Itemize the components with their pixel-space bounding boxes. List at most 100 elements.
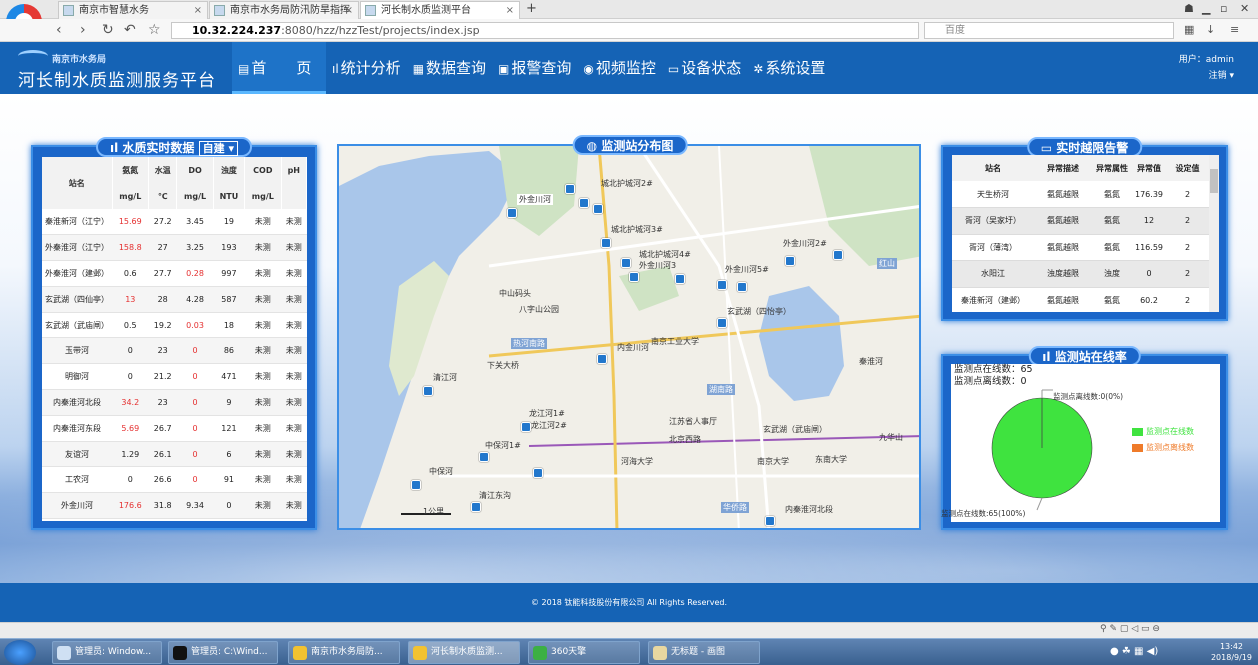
station-marker[interactable]: [507, 208, 517, 218]
taskbar-item[interactable]: 南京市水务局防...: [288, 641, 400, 664]
taskbar-item-active[interactable]: 河长制水质监测...: [408, 641, 520, 664]
menu-settings[interactable]: ✲ 系统设置: [747, 42, 831, 94]
console-icon: [173, 646, 187, 660]
logout-link[interactable]: 注销 ▾: [1179, 68, 1234, 84]
col-header: 异常描述: [1034, 155, 1092, 181]
station-marker[interactable]: [565, 184, 575, 194]
map-road-label: 华侨路: [721, 502, 749, 513]
table-row[interactable]: 玉带河 0 23 0 86 未测 未测: [42, 337, 307, 365]
browser-icon: [413, 646, 427, 660]
restore-icon[interactable]: ▫: [1220, 2, 1227, 15]
table-row[interactable]: 水阳江 浊度越限 浊度 0 2: [952, 260, 1209, 288]
url-input[interactable]: 10.32.224.237:8080/hzz/hzzTest/projects/…: [171, 22, 919, 39]
menu-statistics[interactable]: ıl 统计分析: [326, 42, 407, 94]
close-icon[interactable]: ×: [506, 2, 514, 19]
document-icon: ▣: [498, 62, 510, 76]
skin-icon[interactable]: ☗: [1184, 2, 1194, 15]
ph-value: 未测: [281, 363, 307, 391]
taskbar-clock[interactable]: 13:42 2018/9/19: [1211, 641, 1252, 663]
close-icon[interactable]: ×: [345, 2, 353, 19]
station-name: 外金川河: [42, 492, 112, 520]
table-row[interactable]: 工农河 0 26.6 0 91 未测 未测: [42, 466, 307, 494]
menu-home[interactable]: ▤ 首 页: [232, 42, 326, 94]
search-input[interactable]: 百度: [924, 22, 1174, 39]
station-marker[interactable]: [621, 258, 631, 268]
browser-tab[interactable]: 南京市水务局防汛防旱指挥 ×: [209, 1, 359, 19]
station-marker[interactable]: [765, 516, 775, 526]
col-header: 异常值: [1132, 155, 1166, 181]
station-marker[interactable]: [521, 422, 531, 432]
table-row[interactable]: 内秦淮河北段 34.2 23 0 9 未测 未测: [42, 389, 307, 416]
source-selector[interactable]: 自建 ▾: [198, 141, 238, 156]
menu-data-query[interactable]: ▦ 数据查询: [407, 42, 492, 94]
table-row[interactable]: 外秦淮河（建邺） 0.6 27.7 0.28 997 未测 未测: [42, 260, 307, 287]
user-area: 用户：admin 注销 ▾: [1179, 52, 1234, 84]
table-row[interactable]: 玄武湖（武庙闸） 0.5 19.2 0.03 18 未测 未测: [42, 312, 307, 339]
cod-value: 未测: [244, 286, 282, 313]
statusbar-icons[interactable]: ⚲ ✎ ▢ ◁ ▭ ⊖: [1100, 624, 1160, 634]
station-marker[interactable]: [597, 354, 607, 364]
table-row[interactable]: 明御河 0 21.2 0 471 未测 未测: [42, 363, 307, 391]
table-row[interactable]: 外金川河 176.6 31.8 9.34 0 未测 未测: [42, 492, 307, 520]
download-icon[interactable]: ↓: [1206, 22, 1215, 38]
station-marker[interactable]: [593, 204, 603, 214]
map-place-label: 中山码头: [499, 289, 531, 298]
close-window-icon[interactable]: ✕: [1240, 2, 1249, 15]
close-icon[interactable]: ×: [194, 2, 202, 19]
scrollbar-thumb[interactable]: [1210, 169, 1218, 193]
station-marker[interactable]: [675, 274, 685, 284]
station-marker[interactable]: [785, 256, 795, 266]
station-marker[interactable]: [423, 386, 433, 396]
tray-icons[interactable]: ● ☘ ▦ ◀): [1110, 646, 1158, 657]
map-place-label: 南京工业大学: [651, 337, 699, 346]
station-marker[interactable]: [579, 198, 589, 208]
refresh-icon[interactable]: ↻: [102, 22, 114, 38]
start-button[interactable]: [4, 640, 36, 665]
col-header: COD: [244, 157, 282, 183]
map-place-label: 南京大学: [757, 457, 789, 466]
back-icon[interactable]: ‹: [56, 22, 62, 38]
taskbar-item[interactable]: 管理员: C:\Wind...: [168, 641, 278, 664]
taskbar-item[interactable]: 无标题 - 画图: [648, 641, 760, 664]
bar-chart-icon: ıl: [332, 62, 339, 76]
table-row[interactable]: 友谊河 1.29 26.1 0 6 未测 未测: [42, 441, 307, 468]
star-icon[interactable]: ☆: [148, 22, 161, 38]
menu-video[interactable]: ◉ 视频监控: [577, 42, 662, 94]
station-marker[interactable]: [629, 272, 639, 282]
undo-icon[interactable]: ↶: [124, 22, 136, 38]
station-marker[interactable]: [717, 318, 727, 328]
forward-icon[interactable]: ›: [80, 22, 86, 38]
do-value: 9.34: [176, 492, 214, 520]
taskbar-item[interactable]: 360天擎: [528, 641, 640, 664]
table-row[interactable]: 秦淮新河（建邺） 氨氮越限 氨氮 60.2 2: [952, 287, 1209, 312]
station-marker[interactable]: [833, 250, 843, 260]
browser-tab-active[interactable]: 河长制水质监测平台 ×: [360, 1, 520, 19]
station-marker[interactable]: [411, 480, 421, 490]
station-marker[interactable]: [717, 280, 727, 290]
new-tab-button[interactable]: +: [526, 1, 537, 16]
station-marker[interactable]: [479, 452, 489, 462]
scrollbar[interactable]: [1209, 155, 1219, 312]
station-map[interactable]: 外金川河 城北护城河2# 城北护城河3# 城北护城河4# 外金川河3 外金川河5…: [337, 144, 921, 530]
menu-icon[interactable]: ≡: [1230, 22, 1239, 38]
apps-icon[interactable]: ▦: [1184, 22, 1194, 38]
taskbar-item[interactable]: 管理员: Window...: [52, 641, 162, 664]
table-row[interactable]: 内秦淮河东段 5.69 26.7 0 121 未测 未测: [42, 415, 307, 442]
table-row[interactable]: 玄武湖（四仙亭） 13 28 4.28 587 未测 未测: [42, 286, 307, 313]
table-row[interactable]: 外秦淮河（江宁） 158.8 27 3.25 193 未测 未测: [42, 234, 307, 262]
station-marker[interactable]: [471, 502, 481, 512]
table-row[interactable]: 胥河（吴家圩） 氨氮越限 氨氮 12 2: [952, 207, 1209, 235]
browser-tab[interactable]: 南京市智慧水务 ×: [58, 1, 208, 19]
menu-device-status[interactable]: ▭ 设备状态: [662, 42, 747, 94]
legend-online[interactable]: 监测点在线数: [1132, 427, 1194, 436]
table-row[interactable]: 天生桥河 氨氮越限 氨氮 176.39 2: [952, 181, 1209, 208]
station-marker[interactable]: [533, 468, 543, 478]
table-row[interactable]: 秦淮新河（江宁） 15.69 27.2 3.45 19 未测 未测: [42, 209, 307, 236]
station-marker[interactable]: [737, 282, 747, 292]
legend-offline[interactable]: 监测点离线数: [1132, 443, 1194, 452]
col-header: pH: [281, 157, 308, 183]
menu-alarm-query[interactable]: ▣ 报警查询: [492, 42, 577, 94]
minimize-icon[interactable]: ▁: [1202, 2, 1210, 15]
table-row[interactable]: 胥河（薄湾） 氨氮越限 氨氮 116.59 2: [952, 234, 1209, 261]
station-marker[interactable]: [601, 238, 611, 248]
